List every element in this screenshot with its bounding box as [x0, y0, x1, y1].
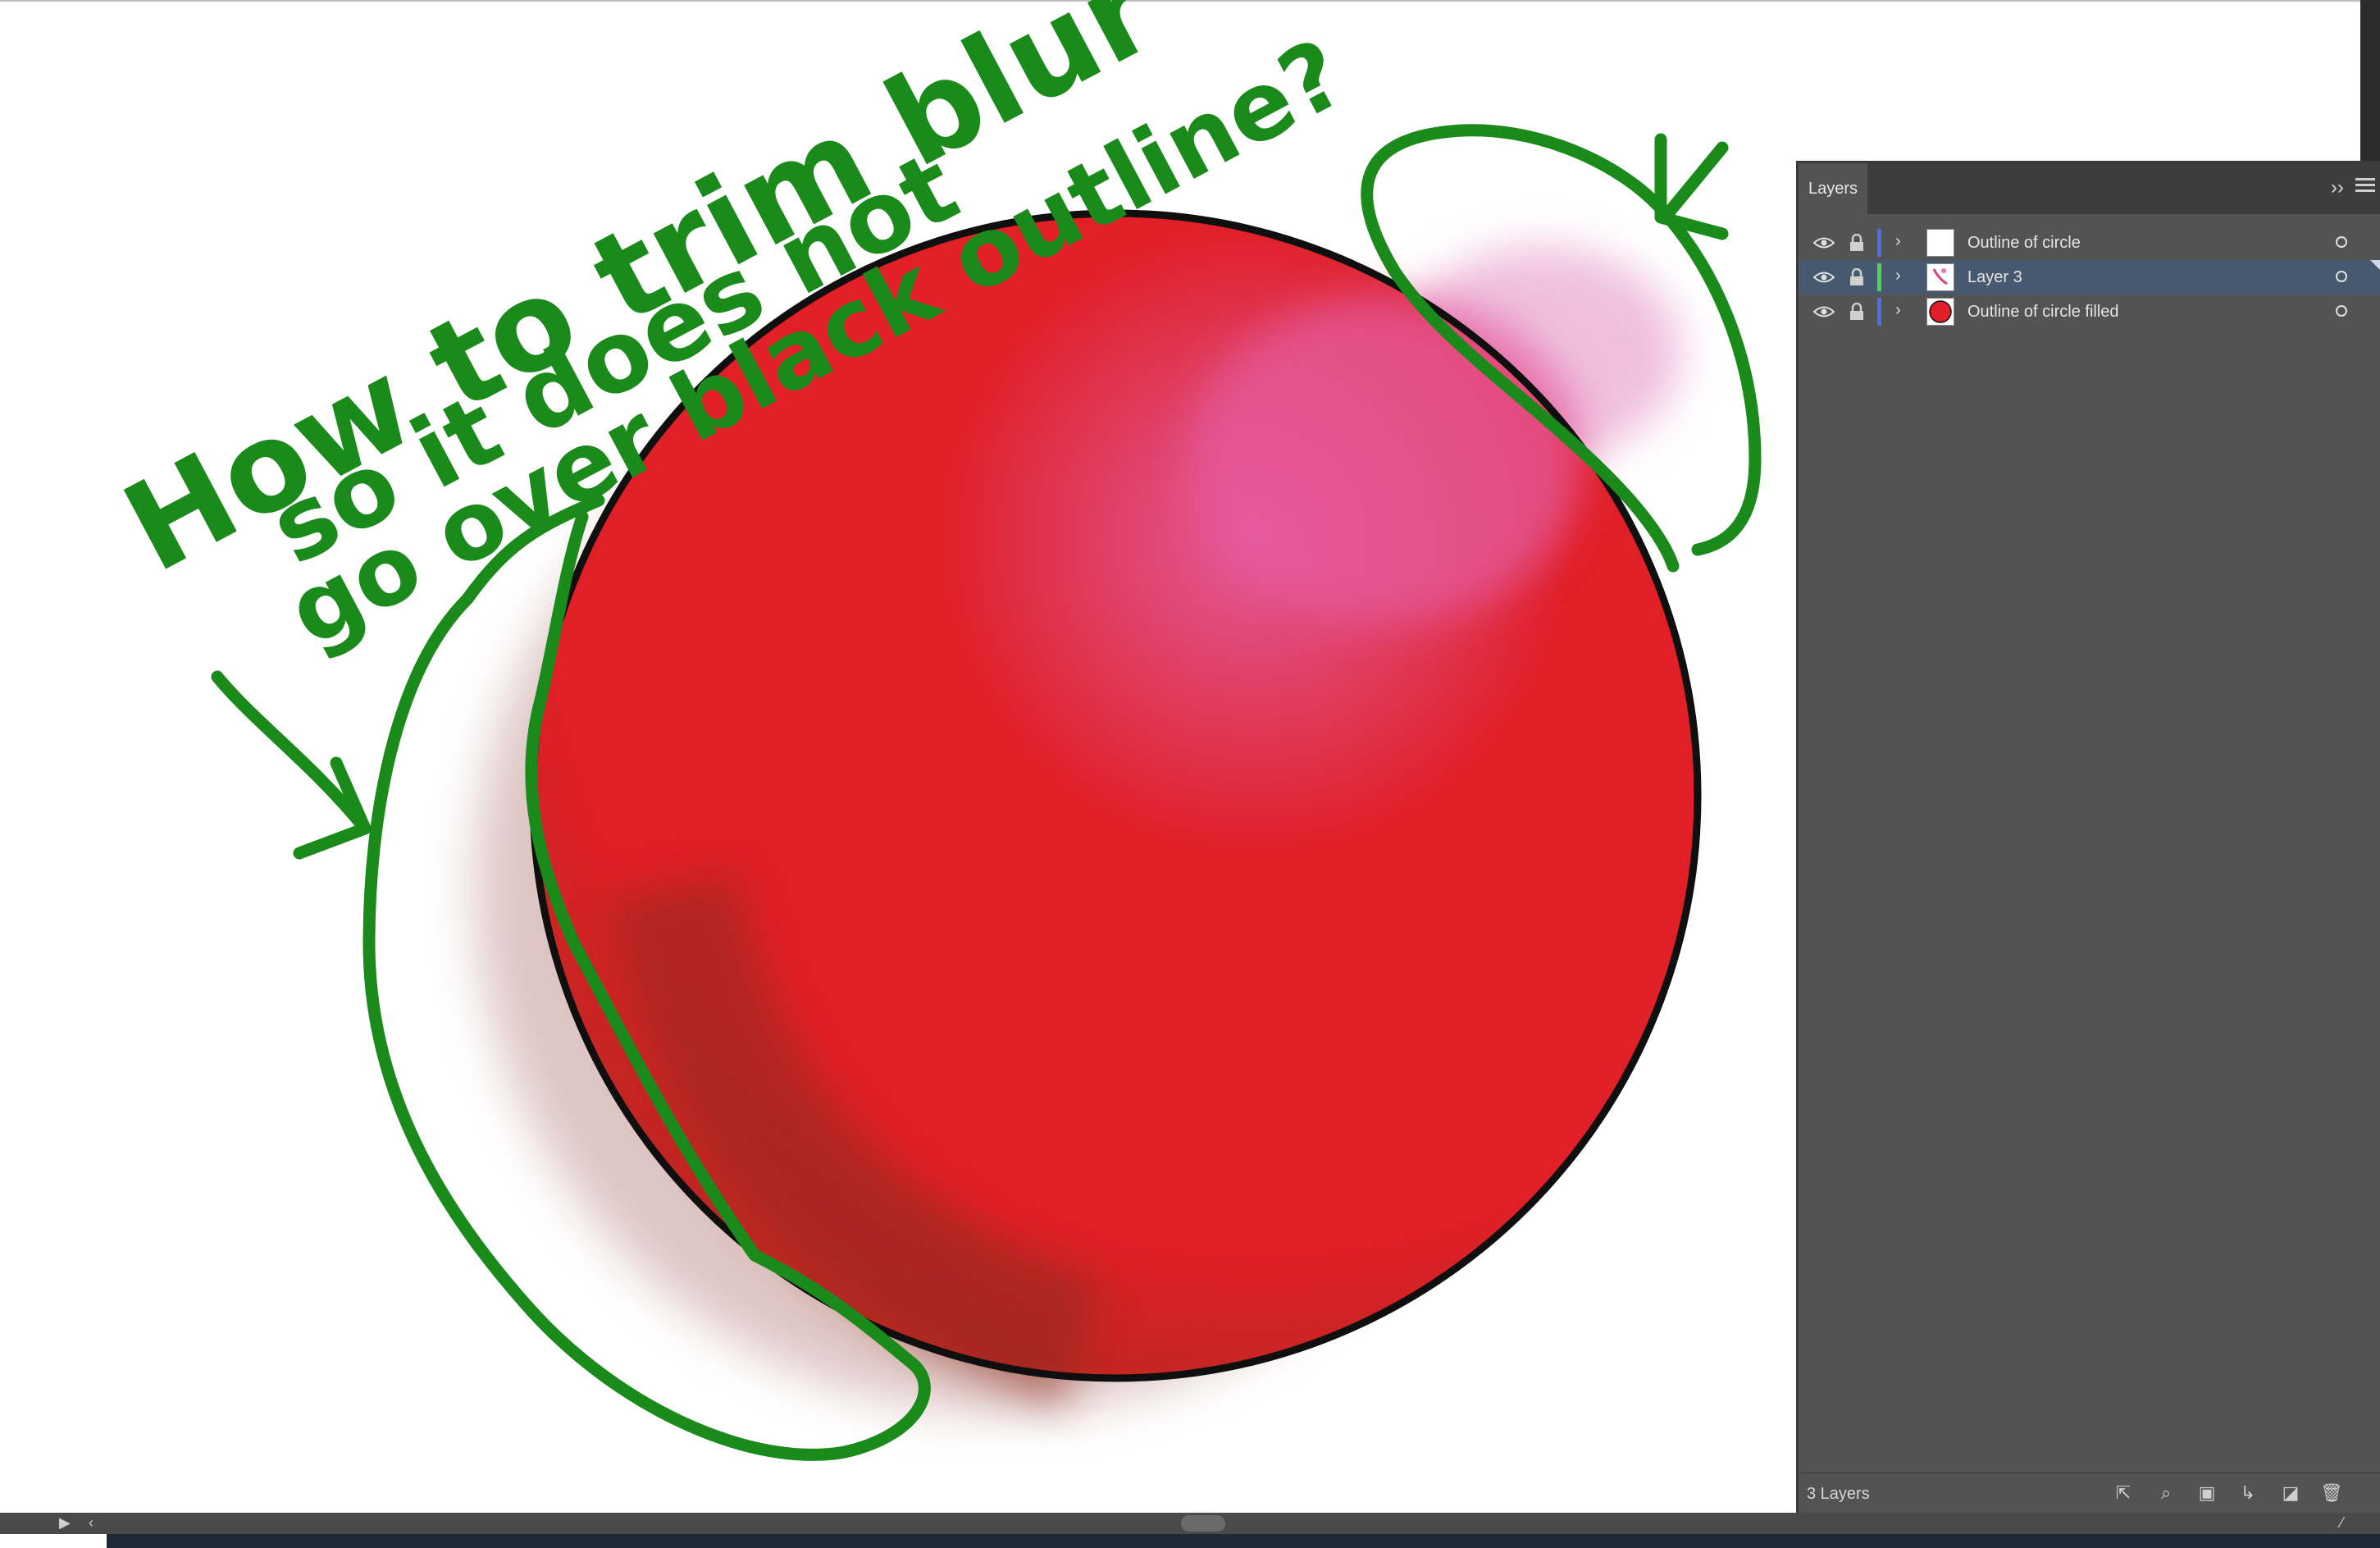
- eye-icon[interactable]: [1813, 271, 1835, 284]
- chevron-right-icon[interactable]: ›: [1895, 267, 1901, 285]
- layer-row[interactable]: › Outline of circle: [1799, 226, 2380, 260]
- canvas-scroll-bar: ▶ ‹ ⁄: [0, 1513, 2380, 1534]
- layer-thumbnail: [1926, 263, 1954, 291]
- target-circle-icon[interactable]: [2336, 271, 2347, 282]
- export-icon[interactable]: ⇱: [2112, 1482, 2135, 1505]
- layer-color-bar: [1877, 298, 1881, 326]
- delete-icon[interactable]: 🗑: [2320, 1482, 2343, 1505]
- horizontal-scrollbar-thumb[interactable]: [1181, 1515, 1225, 1532]
- resize-grip-icon[interactable]: ⁄: [2341, 1514, 2343, 1532]
- lock-icon[interactable]: [1849, 303, 1864, 321]
- eye-icon[interactable]: [1813, 236, 1835, 249]
- tab-layers[interactable]: Layers: [1799, 163, 1867, 214]
- chevron-right-icon[interactable]: ›: [1895, 301, 1901, 320]
- hamburger-menu-icon[interactable]: [2355, 175, 2375, 198]
- lock-icon[interactable]: [1849, 234, 1864, 252]
- layer-thumbnail: [1926, 298, 1954, 326]
- double-chevron-right-icon[interactable]: ››: [2331, 176, 2344, 199]
- layer-name[interactable]: Layer 3: [1967, 268, 2022, 287]
- layer-thumbnail: [1926, 229, 1954, 257]
- make-clipping-mask-icon[interactable]: ▣: [2195, 1482, 2218, 1505]
- layer-count: 3 Layers: [1807, 1485, 1870, 1503]
- layer-color-bar: [1877, 229, 1881, 257]
- layer-name[interactable]: Outline of circle filled: [1967, 303, 2119, 322]
- selection-corner-marker: [2370, 260, 2380, 270]
- layers-panel-header: Layers ››: [1799, 163, 2380, 214]
- status-block: [0, 1534, 107, 1548]
- layer-color-bar: [1877, 263, 1881, 291]
- play-icon[interactable]: ▶: [59, 1514, 71, 1532]
- target-circle-icon[interactable]: [2336, 236, 2347, 248]
- locate-object-icon[interactable]: ⌕: [2154, 1482, 2177, 1505]
- eye-icon[interactable]: [1813, 305, 1835, 318]
- new-layer-icon[interactable]: ◪: [2279, 1482, 2302, 1505]
- chevron-left-icon[interactable]: ‹: [89, 1514, 93, 1532]
- create-sublayer-icon[interactable]: ↳: [2236, 1482, 2259, 1505]
- layer-name[interactable]: Outline of circle: [1967, 234, 2081, 253]
- layer-row[interactable]: › Outline of circle filled: [1799, 295, 2380, 329]
- chevron-right-icon[interactable]: ›: [1895, 232, 1901, 251]
- lock-icon[interactable]: [1849, 268, 1864, 286]
- layer-row-selected[interactable]: › Layer 3: [1799, 260, 2380, 295]
- layers-panel-footer: 3 Layers ⇱ ⌕ ▣ ↳ ◪ 🗑: [1799, 1473, 2380, 1513]
- pink-highlight: [1189, 295, 1583, 623]
- taskbar-strip: [0, 1534, 2380, 1548]
- target-circle-icon[interactable]: [2336, 305, 2347, 317]
- layers-panel[interactable]: Layers ›› › Outline of circle › Layer 3 …: [1796, 161, 2380, 1513]
